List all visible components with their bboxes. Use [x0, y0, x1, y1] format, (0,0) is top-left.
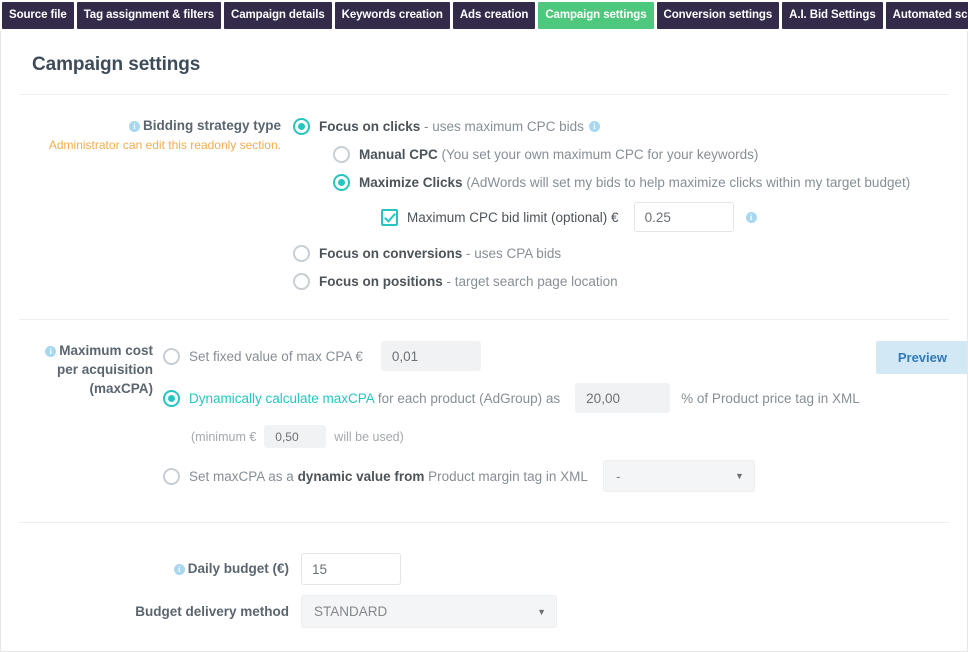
radio-manual-cpc[interactable]: Manual CPC (You set your own maximum CPC…	[333, 146, 967, 163]
tab-tag-assignment-filters[interactable]: Tag assignment & filters	[76, 2, 222, 29]
radio-maximize-clicks-strong: Maximize Clicks	[359, 175, 463, 190]
chevron-down-icon: ▼	[537, 606, 546, 617]
radio-dynamic-maxcpa-teal: Dynamically calculate maxCPA	[189, 390, 375, 406]
radio-focus-on-clicks-strong: Focus on clicks	[319, 119, 421, 134]
divider-middle	[19, 319, 949, 320]
bidding-strategy-section: i Bidding strategy type Administrator can…	[1, 118, 967, 301]
bidding-strategy-options: Focus on clicks - uses maximum CPC bids …	[293, 118, 967, 301]
tab-keywords-creation[interactable]: Keywords creation	[334, 2, 450, 29]
budget-delivery-label: Budget delivery method	[135, 603, 289, 619]
radio-manual-cpc-rest: (You set your own maximum CPC for your k…	[437, 147, 759, 162]
daily-budget-input[interactable]	[301, 553, 401, 585]
wizard-tab-bar: Source file Tag assignment & filters Cam…	[0, 0, 968, 31]
max-cpc-bid-limit-row: Maximum CPC bid limit (optional) € i	[381, 202, 967, 232]
daily-budget-row: i Daily budget (€)	[1, 553, 967, 585]
budget-section: iDaily budget (€) Budget delivery method…	[1, 553, 967, 628]
info-icon[interactable]: i	[173, 564, 185, 575]
maxcpa-section: i Maximum cost per acquisition (maxCPA) P…	[1, 341, 967, 504]
radio-focus-on-conversions-rest: - uses CPA bids	[462, 246, 562, 261]
radio-fixed-maxcpa-label: Set fixed value of max CPA €	[189, 348, 363, 364]
dynamic-maxcpa-suffix: % of Product price tag in XML	[681, 390, 860, 406]
fixed-maxcpa-input[interactable]	[380, 341, 481, 371]
radio-dynamic-maxcpa-mid: for each product (AdGroup) as	[374, 390, 561, 406]
info-icon[interactable]: i	[588, 121, 600, 132]
radio-focus-on-conversions-control[interactable]	[293, 245, 310, 262]
max-cpc-bid-limit-input[interactable]	[633, 202, 734, 232]
radio-focus-on-clicks[interactable]: Focus on clicks - uses maximum CPC bids …	[293, 118, 967, 135]
radio-manual-cpc-label: Manual CPC (You set your own maximum CPC…	[359, 147, 758, 162]
page-title: Campaign settings	[32, 54, 201, 75]
radio-margin-maxcpa-bold: dynamic value from	[297, 468, 425, 484]
chevron-down-icon: ▼	[735, 471, 744, 481]
radio-focus-on-positions-control[interactable]	[293, 273, 310, 290]
radio-maximize-clicks-rest: (AdWords will set my bids to help maximi…	[462, 175, 911, 190]
radio-focus-on-conversions-strong: Focus on conversions	[319, 246, 463, 261]
dynamic-maxcpa-percent-input[interactable]	[575, 383, 671, 413]
product-margin-tag-value: -	[615, 468, 621, 484]
budget-delivery-label-col: Budget delivery method	[1, 603, 301, 621]
tab-campaign-settings[interactable]: Campaign settings	[538, 2, 654, 29]
tab-conversion-settings[interactable]: Conversion settings	[656, 2, 780, 29]
radio-focus-on-clicks-control[interactable]	[293, 118, 310, 135]
radio-focus-on-positions-label: Focus on positions - target search page …	[319, 274, 618, 289]
tab-source-file[interactable]: Source file	[2, 2, 74, 29]
tab-campaign-details[interactable]: Campaign details	[224, 2, 332, 29]
daily-budget-label: i Daily budget (€)	[173, 561, 289, 576]
maxcpa-minimum-suffix: will be used)	[334, 429, 404, 444]
radio-focus-on-positions-rest: - target search page location	[442, 274, 618, 289]
bidding-strategy-label-text: Bidding strategy type	[142, 118, 281, 133]
maxcpa-minimum-row: (minimum € will be used)	[191, 425, 967, 448]
product-margin-tag-select[interactable]: - ▼	[602, 460, 755, 492]
maxcpa-label-line1: Maximum cost	[59, 343, 153, 358]
budget-delivery-select[interactable]: STANDARD ▼	[301, 595, 557, 628]
radio-focus-on-positions-strong: Focus on positions	[319, 274, 443, 289]
radio-margin-maxcpa[interactable]: Set maxCPA as a dynamic value from Produ…	[163, 460, 967, 492]
radio-manual-cpc-control[interactable]	[333, 146, 350, 163]
radio-maximize-clicks-control[interactable]	[333, 174, 350, 191]
bidding-strategy-label-col: i Bidding strategy type Administrator can…	[1, 118, 293, 301]
radio-fixed-maxcpa[interactable]: Set fixed value of max CPA €	[163, 341, 967, 371]
maxcpa-label-line2: per acquisition	[56, 362, 153, 377]
maxcpa-minimum-prefix: (minimum €	[191, 429, 257, 444]
bidding-readonly-note: Administrator can edit this readonly sec…	[48, 138, 281, 152]
radio-focus-on-positions[interactable]: Focus on positions - target search page …	[293, 273, 967, 290]
radio-maximize-clicks-label: Maximize Clicks (AdWords will set my bid…	[359, 175, 910, 190]
tab-ads-creation[interactable]: Ads creation	[452, 2, 536, 29]
radio-focus-on-conversions-label: Focus on conversions - uses CPA bids	[319, 246, 561, 261]
radio-focus-on-conversions[interactable]: Focus on conversions - uses CPA bids	[293, 245, 967, 262]
info-icon[interactable]: i	[745, 211, 757, 223]
tab-automated-scripts[interactable]: Automated scripts	[885, 2, 968, 29]
radio-dynamic-maxcpa-label: Dynamically calculate maxCPA for each pr…	[189, 391, 560, 406]
preview-button[interactable]: Preview	[875, 341, 967, 374]
divider-top	[19, 94, 949, 95]
radio-focus-on-clicks-rest: - uses maximum CPC bids	[420, 119, 584, 134]
daily-budget-label-col: i Daily budget (€)	[1, 560, 301, 578]
info-icon[interactable]: i	[45, 346, 57, 357]
bidding-strategy-label: i Bidding strategy type	[1, 118, 281, 133]
maxcpa-options: Preview Set fixed value of max CPA € Dyn…	[153, 341, 967, 504]
radio-margin-maxcpa-post: Product margin tag in XML	[424, 468, 588, 484]
maxcpa-label: i Maximum cost per acquisition (maxCPA)	[21, 341, 153, 398]
radio-fixed-maxcpa-control[interactable]	[163, 347, 180, 365]
radio-manual-cpc-strong: Manual CPC	[359, 147, 438, 162]
maxcpa-label-line3: (maxCPA)	[89, 381, 153, 396]
maxcpa-label-col: i Maximum cost per acquisition (maxCPA)	[1, 341, 153, 504]
radio-margin-maxcpa-label: Set maxCPA as a dynamic value from Produ…	[189, 469, 588, 484]
radio-margin-maxcpa-pre: Set maxCPA as a	[189, 468, 298, 484]
info-icon[interactable]: i	[128, 121, 140, 132]
daily-budget-label-text: Daily budget (€)	[187, 561, 289, 576]
budget-delivery-row: Budget delivery method STANDARD ▼	[1, 595, 967, 628]
radio-dynamic-maxcpa-control[interactable]	[163, 389, 180, 407]
budget-delivery-value: STANDARD	[314, 604, 388, 619]
divider-bottom	[19, 522, 949, 523]
radio-dynamic-maxcpa[interactable]: Dynamically calculate maxCPA for each pr…	[163, 383, 967, 413]
max-cpc-bid-limit-label: Maximum CPC bid limit (optional) €	[407, 209, 619, 225]
radio-maximize-clicks[interactable]: Maximize Clicks (AdWords will set my bid…	[333, 174, 967, 191]
radio-margin-maxcpa-control[interactable]	[163, 467, 180, 485]
campaign-settings-page: Campaign settings i Bidding strategy type…	[0, 31, 968, 652]
maxcpa-minimum-input[interactable]	[264, 425, 327, 448]
radio-focus-on-clicks-label: Focus on clicks - uses maximum CPC bids	[319, 119, 584, 134]
tab-ai-bid-settings[interactable]: A.I. Bid Settings	[782, 2, 883, 29]
checkbox-max-cpc-bid-limit[interactable]	[381, 208, 398, 226]
